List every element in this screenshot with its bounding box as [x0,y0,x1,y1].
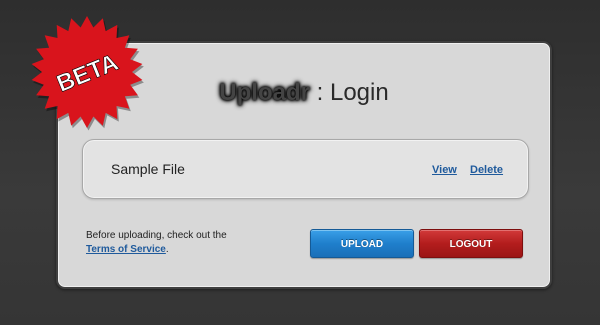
terms-notice: Before uploading, check out the Terms of… [86,229,236,257]
beta-badge: BETA [31,16,144,131]
view-link[interactable]: View [432,164,457,176]
delete-link[interactable]: Delete [470,164,503,176]
file-row: Sample File View Delete [82,139,529,199]
brand-logo: Uploadr [219,79,310,106]
logout-button[interactable]: LOGOUT [419,229,523,258]
file-name: Sample File [111,161,185,177]
page-name: Login [329,79,389,106]
upload-button[interactable]: UPLOAD [310,229,414,258]
terms-suffix: . [165,244,169,255]
terms-of-service-link[interactable]: Terms of Service [86,244,166,255]
terms-prefix: Before uploading, check out the [86,230,227,241]
title-separator: : [309,79,330,106]
